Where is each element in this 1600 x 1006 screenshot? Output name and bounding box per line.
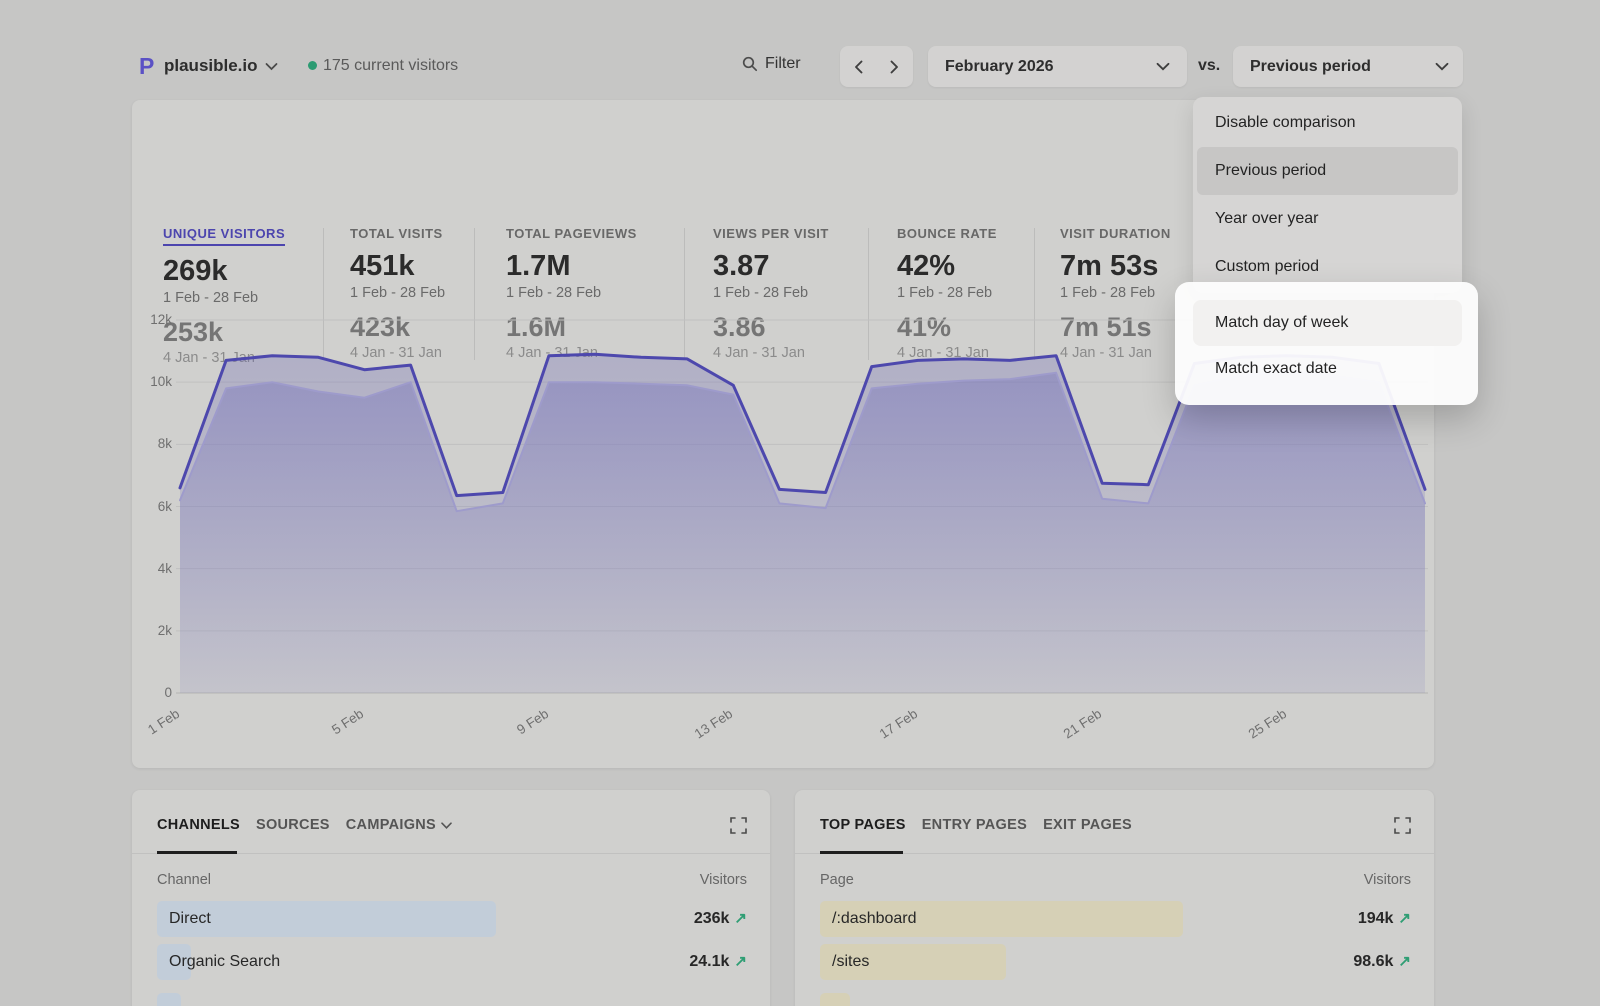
row-value: 236k	[694, 901, 730, 937]
row-bar	[157, 993, 181, 1006]
next-period-arrow-button[interactable]	[877, 46, 914, 87]
stat-divider	[684, 228, 685, 360]
expand-panel-icon[interactable]	[730, 817, 747, 834]
match-mode-spotlight: Match day of week Match exact date	[1175, 282, 1478, 405]
prev-period-arrow-button[interactable]	[840, 46, 877, 87]
site-name[interactable]: plausible.io	[164, 56, 258, 76]
date-range-select[interactable]: February 2026	[928, 46, 1187, 87]
menu-item-disable-comparison[interactable]: Disable comparison	[1193, 99, 1462, 147]
tab-exit-pages[interactable]: EXIT PAGES	[1043, 817, 1132, 833]
period-nav-group	[840, 46, 913, 87]
tab-entry-pages[interactable]: ENTRY PAGES	[922, 817, 1027, 833]
stat-bounce-rate[interactable]: BOUNCE RATE 42% 1 Feb - 28 Feb 41% 4 Jan…	[897, 226, 997, 361]
stat-divider	[868, 228, 869, 360]
tab-channels[interactable]: CHANNELS	[157, 817, 240, 833]
current-visitors-count[interactable]: 175 current visitors	[323, 57, 458, 75]
trend-up-icon[interactable]: ↗	[734, 944, 747, 980]
trend-up-icon[interactable]: ↗	[1398, 944, 1411, 980]
comparison-dropdown-menu: Disable comparison Previous period Year …	[1193, 97, 1462, 293]
table-row[interactable]	[157, 993, 747, 1006]
table-row[interactable]: Organic Search 24.1k↗	[157, 944, 747, 980]
comparison-select[interactable]: Previous period	[1233, 46, 1463, 87]
stat-total-visits[interactable]: TOTAL VISITS 451k 1 Feb - 28 Feb 423k 4 …	[350, 226, 445, 361]
column-header: Channel	[157, 872, 211, 888]
comparison-select-label: Previous period	[1250, 58, 1371, 76]
row-value: 194k	[1358, 901, 1394, 937]
stat-unique-visitors[interactable]: UNIQUE VISITORS 269k 1 Feb - 28 Feb 253k…	[163, 226, 285, 366]
table-row[interactable]: /:dashboard 194k↗	[820, 901, 1411, 937]
column-header: Page	[820, 872, 854, 888]
stat-divider	[474, 228, 475, 360]
chevron-down-icon	[441, 822, 452, 829]
search-icon	[742, 56, 758, 72]
plausible-logo-icon: P	[139, 53, 154, 80]
table-row[interactable]	[820, 993, 1411, 1006]
chevron-down-icon	[1156, 62, 1170, 71]
stat-divider	[323, 228, 324, 360]
column-header: Visitors	[1364, 872, 1411, 888]
date-range-label: February 2026	[945, 58, 1054, 76]
menu-item-year-over-year[interactable]: Year over year	[1193, 195, 1462, 243]
site-chevron-down-icon[interactable]	[265, 62, 278, 71]
trend-up-icon[interactable]: ↗	[734, 901, 747, 937]
trend-up-icon[interactable]: ↗	[1398, 901, 1411, 937]
filter-button[interactable]: Filter	[742, 55, 801, 73]
stat-total-pageviews[interactable]: TOTAL PAGEVIEWS 1.7M 1 Feb - 28 Feb 1.6M…	[506, 226, 637, 361]
vs-label: vs.	[1198, 57, 1220, 75]
menu-item-match-day-of-week[interactable]: Match day of week	[1193, 300, 1462, 346]
tab-campaigns[interactable]: CAMPAIGNS	[346, 817, 452, 833]
stat-visit-duration[interactable]: VISIT DURATION 7m 53s 1 Feb - 28 Feb 7m …	[1060, 226, 1171, 361]
chevron-down-icon	[1435, 62, 1449, 71]
tab-top-pages[interactable]: TOP PAGES	[820, 817, 906, 833]
row-value: 98.6k	[1353, 944, 1393, 980]
menu-item-previous-period[interactable]: Previous period	[1197, 147, 1458, 195]
stat-divider	[1034, 228, 1035, 360]
menu-item-match-exact-date[interactable]: Match exact date	[1193, 346, 1462, 392]
live-visitors-dot-icon	[308, 61, 317, 70]
column-header: Visitors	[700, 872, 747, 888]
active-tab-underline	[820, 851, 903, 854]
filter-label: Filter	[765, 55, 801, 73]
stat-views-per-visit[interactable]: VIEWS PER VISIT 3.87 1 Feb - 28 Feb 3.86…	[713, 226, 829, 361]
pages-panel: TOP PAGES ENTRY PAGES EXIT PAGES Page Vi…	[795, 790, 1434, 1006]
active-tab-underline	[157, 851, 237, 854]
expand-panel-icon[interactable]	[1394, 817, 1411, 834]
channels-panel: CHANNELS SOURCES CAMPAIGNS Channel Visit…	[132, 790, 770, 1006]
row-value: 24.1k	[689, 944, 729, 980]
table-row[interactable]: Direct 236k↗	[157, 901, 747, 937]
tab-sources[interactable]: SOURCES	[256, 817, 330, 833]
row-bar	[820, 993, 850, 1006]
table-row[interactable]: /sites 98.6k↗	[820, 944, 1411, 980]
